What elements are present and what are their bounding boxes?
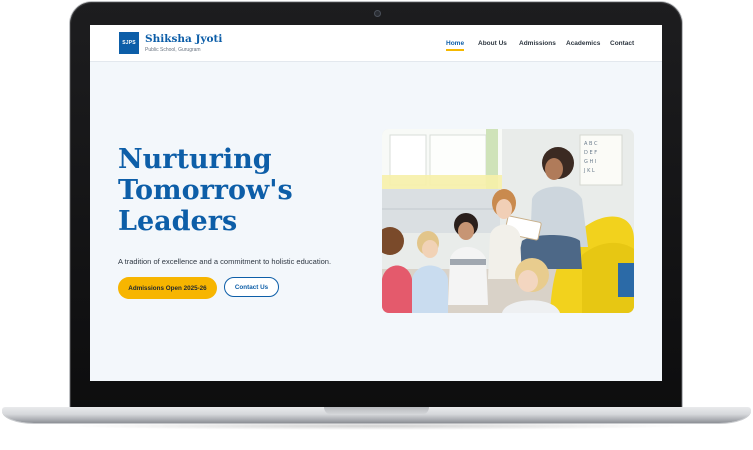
main-nav: Home About Us Admissions Academics Conta… [90, 40, 662, 52]
nav-academics[interactable]: Academics [566, 40, 600, 47]
laptop-hinge-notch [324, 407, 429, 415]
svg-text:J K L: J K L [583, 168, 595, 174]
active-nav-indicator [446, 49, 464, 51]
nav-home[interactable]: Home [446, 40, 464, 47]
hero-title-line: Tomorrow's [118, 175, 293, 206]
hero-title-line: Nurturing [118, 144, 272, 175]
svg-text:D E F: D E F [584, 150, 597, 156]
browser-viewport: SJPS Shiksha Jyoti Public School, Gurugr… [90, 25, 662, 381]
admissions-open-button[interactable]: Admissions Open 2025-26 [118, 277, 217, 299]
nav-about-us[interactable]: About Us [478, 40, 507, 47]
site-header: SJPS Shiksha Jyoti Public School, Gurugr… [90, 25, 662, 62]
hero-subtitle: A tradition of excellence and a commitme… [118, 257, 332, 266]
svg-text:G H I: G H I [584, 159, 596, 165]
svg-text:A B C: A B C [584, 141, 598, 147]
laptop-shadow [60, 422, 693, 430]
webcam-icon [374, 10, 381, 17]
hero-title-line: Leaders [118, 206, 238, 237]
classroom-photo-icon: A B C D E F G H I J K L [382, 129, 634, 313]
nav-contact[interactable]: Contact [610, 40, 634, 47]
hero-title: Nurturing Tomorrow's Leaders [118, 144, 338, 237]
nav-admissions[interactable]: Admissions [519, 40, 556, 47]
contact-us-button[interactable]: Contact Us [224, 277, 279, 297]
